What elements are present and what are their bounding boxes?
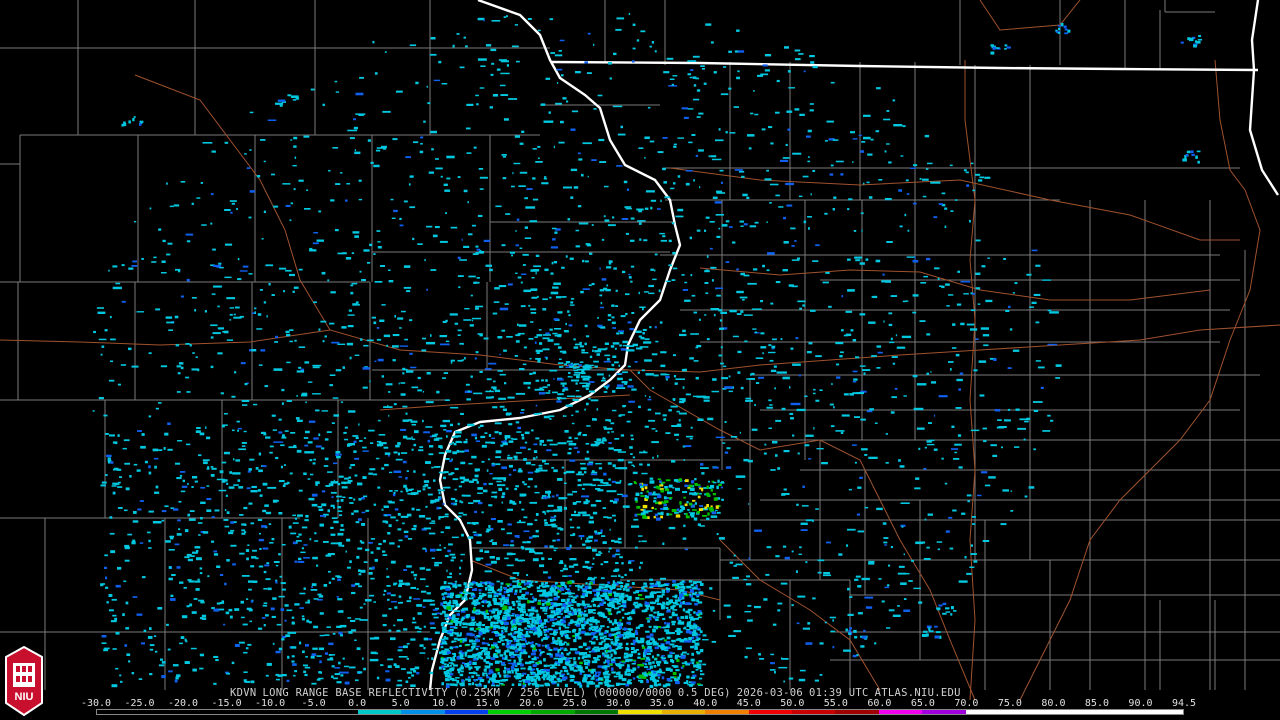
scale-segment: [1096, 710, 1140, 714]
scale-segment: [661, 710, 706, 714]
scale-segment: [878, 710, 923, 714]
scale-label: 50.0: [780, 698, 805, 709]
scale-label: 60.0: [867, 698, 892, 709]
scale-segment: [748, 710, 792, 714]
scale-segment: [1052, 710, 1097, 714]
niu-logo-text: NIU: [15, 691, 34, 703]
scale-segment: [227, 710, 271, 714]
scale-segment: [487, 710, 532, 714]
scale-label: -30.0: [80, 698, 112, 709]
scale-segment: [574, 710, 619, 714]
scale-label: 65.0: [910, 698, 935, 709]
scale-label: 15.0: [475, 698, 500, 709]
scale-label: -25.0: [124, 698, 155, 709]
niu-logo: NIU: [5, 645, 43, 717]
scale-label: -10.0: [255, 698, 286, 709]
scale-label: 35.0: [649, 698, 674, 709]
scale-label: 70.0: [954, 698, 979, 709]
scale-label: -5.0: [301, 698, 326, 709]
scale-label: -15.0: [211, 698, 242, 709]
scale-label: 5.0: [391, 698, 410, 709]
scale-label: 10.0: [432, 698, 457, 709]
scale-segment: [1139, 710, 1183, 714]
scale-label: 45.0: [736, 698, 761, 709]
color-scale-bar: [96, 709, 1184, 715]
scale-segment: [357, 710, 402, 714]
scale-segment: [183, 710, 228, 714]
scale-label: 90.0: [1128, 698, 1153, 709]
scale-label: 75.0: [997, 698, 1022, 709]
scale-segment: [314, 710, 358, 714]
scale-segment: [97, 710, 141, 714]
scale-segment: [618, 710, 662, 714]
scale-label: 85.0: [1084, 698, 1109, 709]
scale-label: 0.0: [348, 698, 367, 709]
scale-segment: [531, 710, 575, 714]
scale-segment: [922, 710, 966, 714]
scale-label: 20.0: [519, 698, 544, 709]
scale-segment: [444, 710, 488, 714]
scale-segment: [401, 710, 445, 714]
scale-segment: [140, 710, 184, 714]
scale-label: 55.0: [823, 698, 848, 709]
scale-label: 94.5: [1171, 698, 1197, 709]
scale-segment: [792, 710, 836, 714]
radar-map[interactable]: [0, 0, 1280, 720]
scale-label: 40.0: [693, 698, 718, 709]
scale-segment: [270, 710, 315, 714]
color-scale-labels: -30.0 -25.0 -20.0 -15.0 -10.0 -5.0 0.0 5.0 10.0 1…: [81, 698, 1196, 709]
scale-segment: [965, 710, 1010, 714]
scale-segment: [705, 710, 749, 714]
scale-label: 30.0: [606, 698, 631, 709]
scale-segment: [835, 710, 879, 714]
scale-label: 25.0: [562, 698, 587, 709]
scale-label: -20.0: [167, 698, 199, 709]
scale-label: 80.0: [1041, 698, 1066, 709]
scale-segment: [1009, 710, 1053, 714]
